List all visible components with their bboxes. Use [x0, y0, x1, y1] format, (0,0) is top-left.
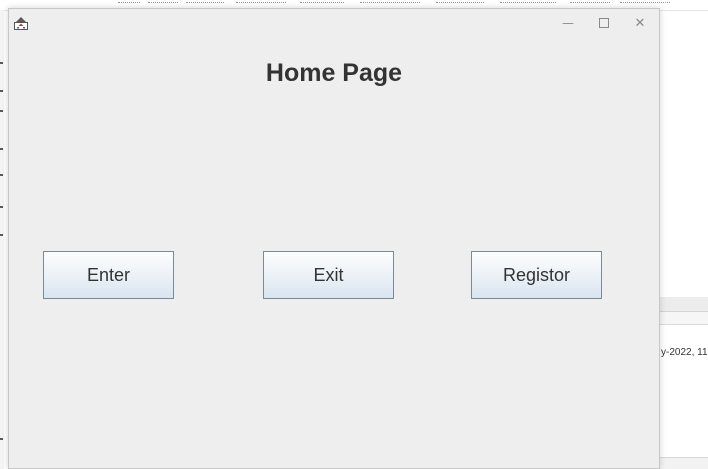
java-app-icon[interactable]: [14, 16, 28, 30]
exit-button[interactable]: Exit: [263, 251, 394, 299]
enter-button-label: Enter: [86, 264, 131, 285]
background-edge-mark: [0, 62, 3, 64]
background-text-fragment: [300, 2, 344, 7]
app-window: — ✕ Home Page Enter Exit Registor: [8, 8, 660, 469]
maximize-icon: [599, 18, 609, 28]
page-title: Home Page: [265, 59, 403, 87]
background-status-bar: [660, 457, 708, 469]
close-icon: ✕: [634, 15, 646, 31]
background-text-fragment: [236, 2, 286, 7]
close-button[interactable]: ✕: [622, 9, 658, 37]
background-edge-mark: [0, 438, 3, 440]
background-text-fragment: [436, 2, 484, 7]
background-text-fragment: [360, 2, 420, 7]
background-edge-mark: [0, 174, 3, 176]
exit-button-label: Exit: [313, 264, 344, 285]
maximize-button[interactable]: [586, 9, 622, 37]
background-left-edge: [0, 10, 4, 469]
background-table-header: [660, 297, 708, 312]
background-text-fragment: [500, 2, 556, 7]
background-edge-mark: [0, 148, 3, 150]
title-bar[interactable]: — ✕: [9, 9, 659, 39]
registor-button-label: Registor: [502, 264, 571, 285]
minimize-button[interactable]: —: [550, 9, 586, 37]
enter-button[interactable]: Enter: [43, 251, 174, 299]
background-table-panel: y-2022, 11:: [660, 297, 708, 469]
background-edge-mark: [0, 234, 3, 236]
background-table-subheader: [660, 312, 708, 325]
background-text-fragment: [118, 2, 140, 7]
registor-button[interactable]: Registor: [471, 251, 602, 299]
background-text-fragment: [570, 2, 610, 7]
background-edge-mark: [0, 90, 3, 92]
minimize-icon: —: [562, 16, 574, 30]
background-edge-mark: [0, 206, 3, 208]
background-text-fragment: [148, 2, 178, 7]
background-date-cell: y-2022, 11:: [661, 347, 708, 358]
background-text-fragment: [620, 2, 670, 7]
background-text-fragment: [186, 2, 224, 7]
background-edge-mark: [0, 110, 3, 112]
